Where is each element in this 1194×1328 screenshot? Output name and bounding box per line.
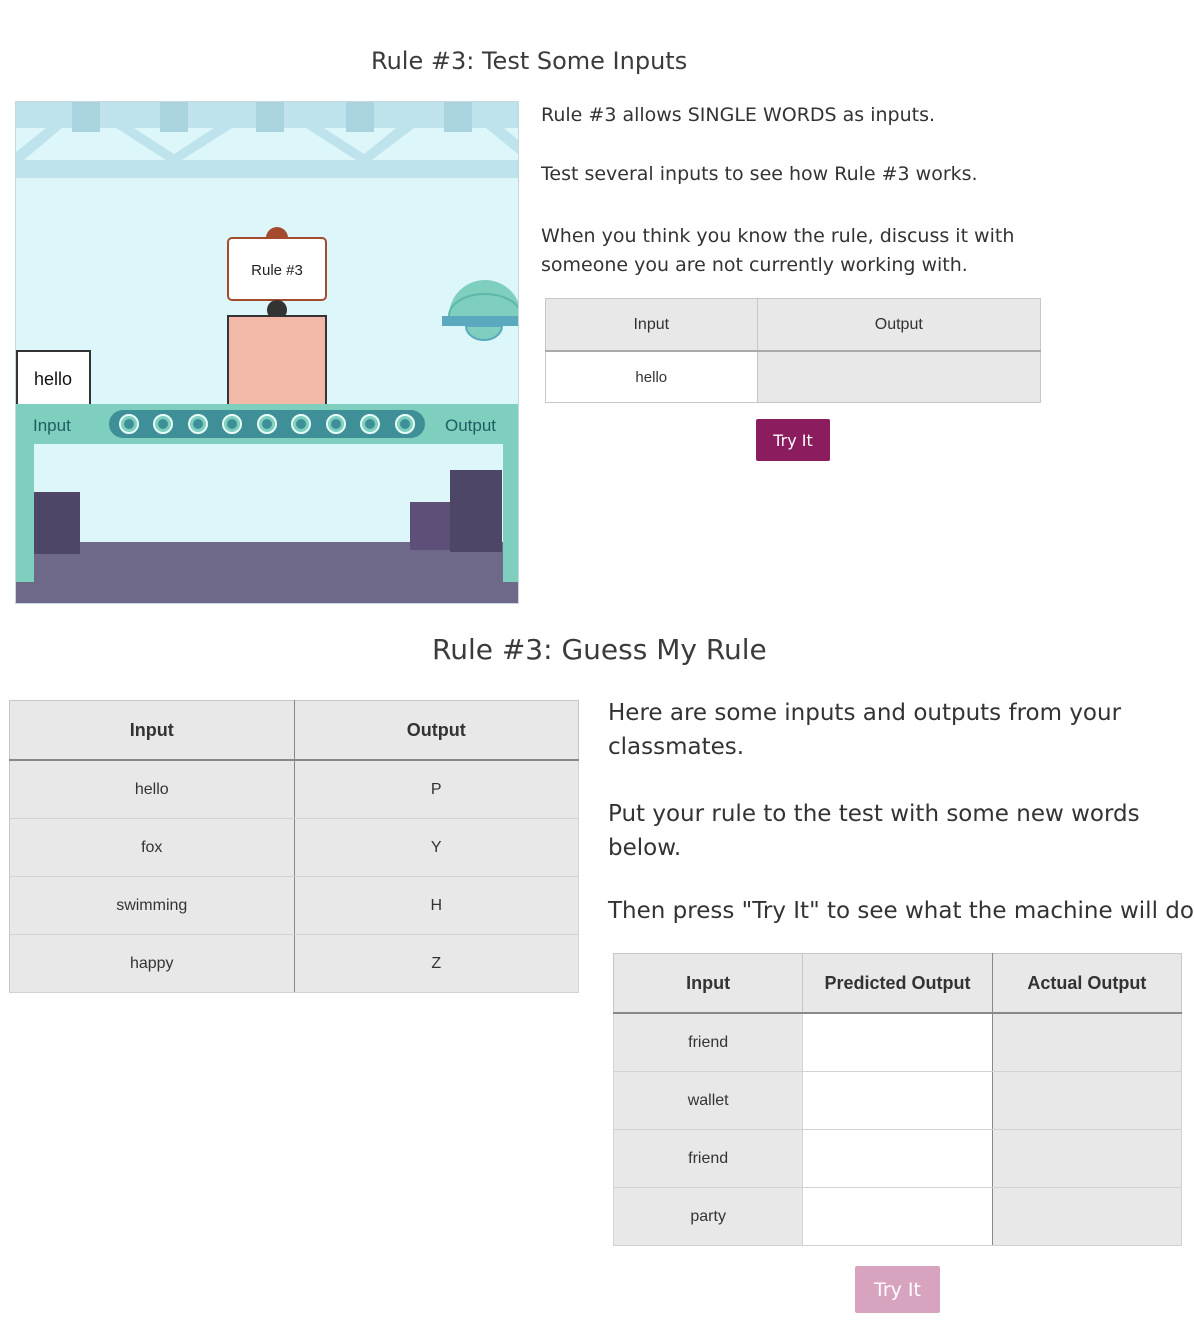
input-cell: party (612, 1187, 804, 1246)
table-row: hello P (9, 759, 579, 819)
test-input-table: Input Output hello (545, 298, 1042, 403)
instruction-text-2: Test several inputs to see how Rule #3 w… (541, 163, 978, 185)
guess-text-2: Put your rule to the test with some new … (608, 801, 1140, 861)
section-title-guess-rule: Rule #3: Guess My Rule (432, 633, 767, 666)
input-cell[interactable]: hello (545, 350, 758, 403)
table-row: friend (612, 1129, 1183, 1188)
output-cell: H (293, 876, 579, 935)
section-title-test-inputs: Rule #3: Test Some Inputs (371, 47, 688, 75)
table-row: friend (612, 1012, 1183, 1072)
actual-output-cell (991, 1129, 1183, 1188)
column-header-input: Input (9, 700, 295, 761)
conveyor-input-label: Input (33, 416, 71, 435)
table-row: party (612, 1187, 1183, 1246)
try-it-button-disabled[interactable]: Try It (855, 1266, 940, 1313)
input-cell: fox (9, 818, 295, 877)
table-row: swimming H (9, 876, 579, 935)
table-row: happy Z (9, 934, 579, 993)
table-row: fox Y (9, 818, 579, 877)
actual-output-cell (991, 1187, 1183, 1246)
rule-machine-illustration: Rule #3 hello Input Output (15, 101, 519, 604)
column-header-output: Output (293, 700, 579, 761)
actual-output-cell (991, 1012, 1183, 1072)
output-cell: Z (293, 934, 579, 993)
column-header-output: Output (756, 298, 1042, 352)
rule-box (227, 227, 327, 407)
input-cell: friend (612, 1129, 804, 1188)
conveyor-output-label: Output (445, 416, 496, 435)
classmates-table: Input Output hello P fox Y swimming H ha… (9, 700, 579, 993)
instruction-text-1: Rule #3 allows SINGLE WORDS as inputs. (541, 104, 936, 126)
guess-text-1: Here are some inputs and outputs from yo… (608, 700, 1122, 760)
table-row: wallet (612, 1071, 1183, 1130)
column-header-input: Input (612, 953, 804, 1014)
predicted-output-input[interactable] (802, 1071, 993, 1130)
instruction-text-3: When you think you know the rule, discus… (541, 225, 1015, 276)
prediction-table: Input Predicted Output Actual Output fri… (612, 953, 1183, 1246)
rule-sign-label: Rule #3 (251, 262, 303, 279)
output-cell: P (293, 759, 579, 819)
column-header-input: Input (545, 298, 758, 352)
output-cell: Y (293, 818, 579, 877)
input-cell: wallet (612, 1071, 804, 1130)
column-header-actual-output: Actual Output (991, 953, 1183, 1014)
guess-text-3: Then press "Try It" to see what the mach… (608, 898, 1194, 924)
try-it-button[interactable]: Try It (756, 419, 830, 461)
output-cell (756, 350, 1042, 403)
input-cell: friend (612, 1012, 804, 1072)
predicted-output-input[interactable] (802, 1129, 993, 1188)
table-row: hello (545, 350, 1042, 403)
predicted-output-input[interactable] (802, 1187, 993, 1246)
predicted-output-input[interactable] (802, 1012, 993, 1072)
input-cell: happy (9, 934, 295, 993)
column-header-predicted-output: Predicted Output (802, 953, 993, 1014)
input-cell: hello (9, 759, 295, 819)
input-card-label: hello (34, 369, 72, 389)
actual-output-cell (991, 1071, 1183, 1130)
input-cell: swimming (9, 876, 295, 935)
